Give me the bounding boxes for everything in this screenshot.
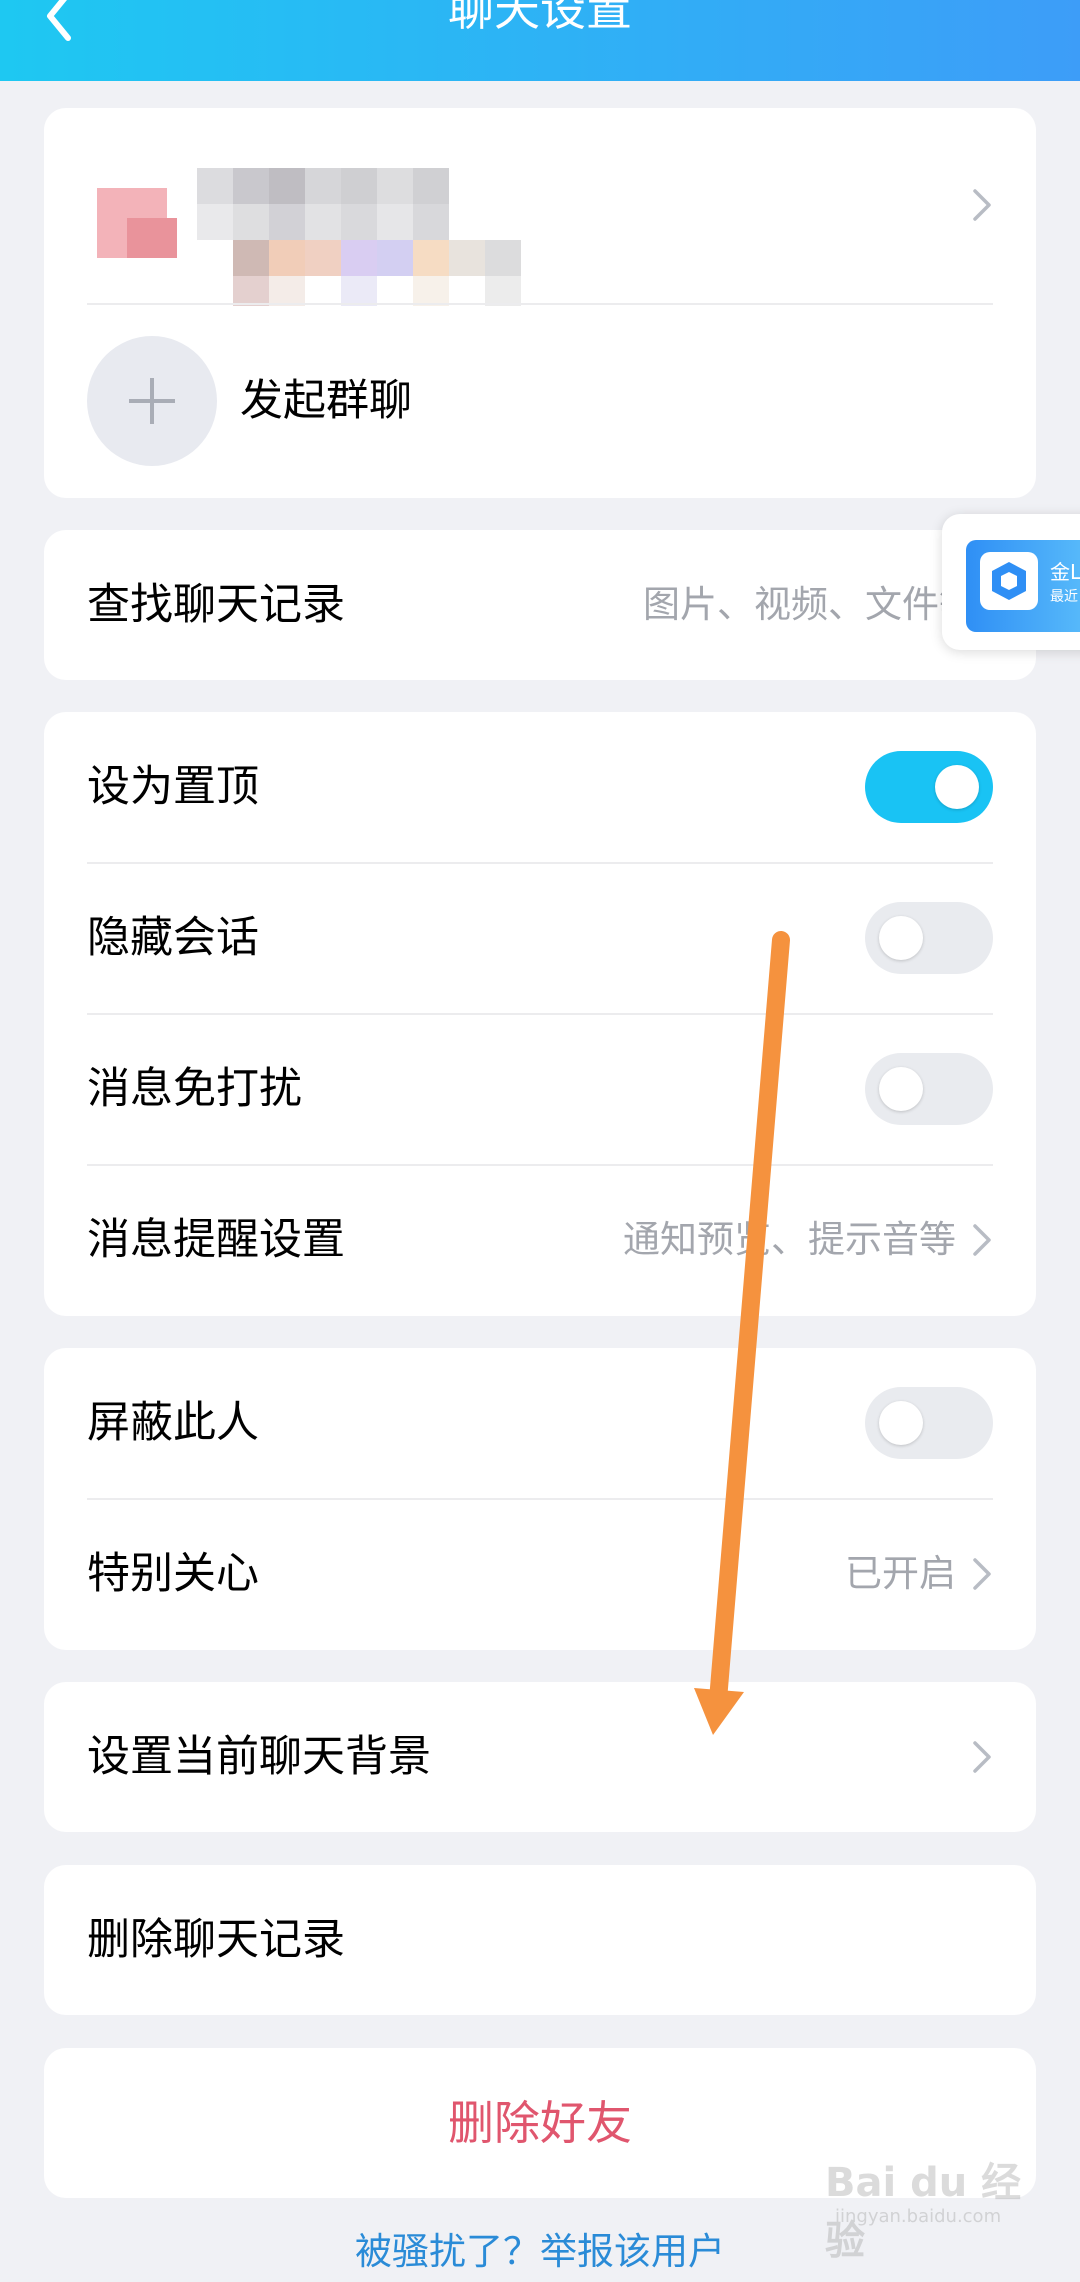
notification-settings-hint: 通知预览、提示音等 bbox=[623, 1218, 956, 1261]
baidu-jingyan-watermark: Bai du 经验 jingyan.baidu.com bbox=[825, 2150, 1025, 2264]
chat-background-card: 设置当前聊天背景 bbox=[44, 1682, 1036, 1832]
hide-conversation-toggle[interactable] bbox=[865, 902, 993, 974]
divider bbox=[87, 303, 993, 305]
chevron-right-icon bbox=[973, 1741, 991, 1773]
pin-toggle[interactable] bbox=[865, 751, 993, 823]
toggle-knob bbox=[935, 765, 979, 809]
hide-conversation-label: 隐藏会话 bbox=[87, 913, 259, 963]
chat-settings-card: 设为置顶 隐藏会话 消息免打扰 消息提醒设置 通知预览、提示音等 bbox=[44, 712, 1036, 1316]
pin-label: 设为置顶 bbox=[87, 762, 259, 812]
widget-title: 金L bbox=[1050, 560, 1080, 584]
add-member-button[interactable] bbox=[87, 336, 217, 466]
hide-conversation-row: 隐藏会话 bbox=[44, 863, 1036, 1013]
privacy-card: 屏蔽此人 特别关心 已开启 bbox=[44, 1348, 1036, 1650]
search-history-hint: 图片、视频、文件等 bbox=[643, 583, 976, 626]
toggle-knob bbox=[879, 1401, 923, 1445]
pin-row: 设为置顶 bbox=[44, 712, 1036, 862]
special-care-label: 特别关心 bbox=[87, 1549, 259, 1599]
toggle-knob bbox=[879, 916, 923, 960]
watermark-url: jingyan.baidu.com bbox=[835, 2206, 1002, 2227]
do-not-disturb-row: 消息免打扰 bbox=[44, 1014, 1036, 1164]
start-group-chat-label[interactable]: 发起群聊 bbox=[240, 336, 412, 466]
widget-subtitle: 最近 bbox=[1050, 589, 1078, 605]
clear-history-row[interactable]: 删除聊天记录 bbox=[44, 1865, 1036, 2015]
chevron-right-icon bbox=[973, 189, 991, 221]
contact-row[interactable] bbox=[44, 108, 1036, 306]
search-history-row[interactable]: 查找聊天记录 图片、视频、文件等 bbox=[44, 530, 1036, 680]
chat-background-row[interactable]: 设置当前聊天背景 bbox=[44, 1682, 1036, 1832]
do-not-disturb-label: 消息免打扰 bbox=[87, 1064, 302, 1114]
chat-background-label: 设置当前聊天背景 bbox=[87, 1732, 431, 1782]
blurred-contact-info bbox=[97, 168, 521, 306]
plus-icon bbox=[129, 378, 175, 424]
title-bar: 聊天设置 bbox=[0, 0, 1080, 81]
block-user-toggle[interactable] bbox=[865, 1387, 993, 1459]
clear-history-card: 删除聊天记录 bbox=[44, 1865, 1036, 2015]
notification-settings-label: 消息提醒设置 bbox=[87, 1215, 345, 1265]
toggle-knob bbox=[879, 1067, 923, 1111]
profile-card: 发起群聊 bbox=[44, 108, 1036, 498]
block-user-label: 屏蔽此人 bbox=[87, 1398, 259, 1448]
clear-history-label: 删除聊天记录 bbox=[87, 1915, 345, 1965]
search-history-label: 查找聊天记录 bbox=[87, 580, 345, 630]
notification-settings-row[interactable]: 消息提醒设置 通知预览、提示音等 bbox=[44, 1165, 1036, 1315]
special-care-status: 已开启 bbox=[845, 1552, 956, 1595]
search-history-card: 查找聊天记录 图片、视频、文件等 bbox=[44, 530, 1036, 680]
floating-app-widget[interactable]: 金L 最近 bbox=[942, 514, 1080, 650]
do-not-disturb-toggle[interactable] bbox=[865, 1053, 993, 1125]
chevron-right-icon bbox=[973, 1558, 991, 1590]
special-care-row[interactable]: 特别关心 已开启 bbox=[44, 1499, 1036, 1649]
page-title: 聊天设置 bbox=[448, 0, 632, 36]
cube-logo-icon bbox=[980, 552, 1038, 610]
chevron-right-icon bbox=[973, 1224, 991, 1256]
block-user-row: 屏蔽此人 bbox=[44, 1348, 1036, 1498]
